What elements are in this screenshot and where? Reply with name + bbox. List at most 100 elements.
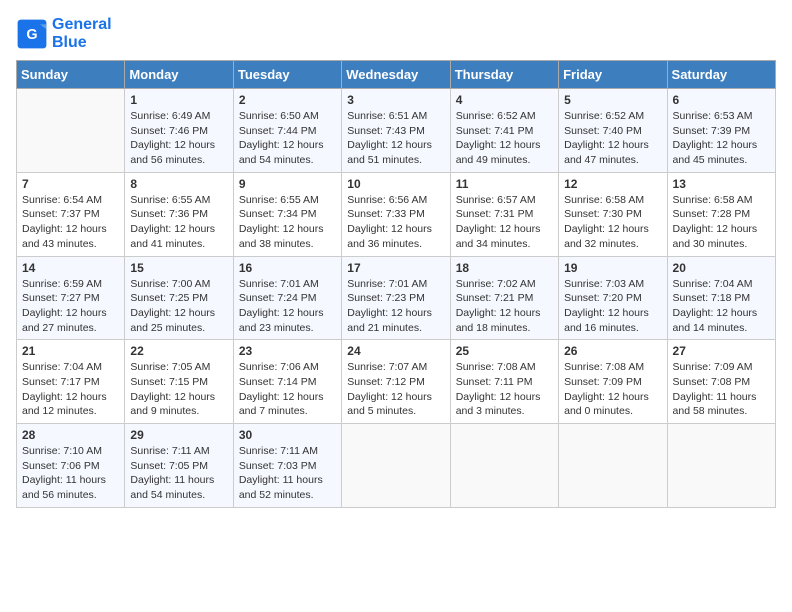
day-number: 3 xyxy=(347,93,444,107)
weekday-header: Friday xyxy=(559,61,667,89)
calendar-week: 21 Sunrise: 7:04 AMSunset: 7:17 PMDaylig… xyxy=(17,340,776,424)
logo-text: General xyxy=(52,16,112,34)
calendar-cell: 16 Sunrise: 7:01 AMSunset: 7:24 PMDaylig… xyxy=(233,256,341,340)
weekday-header: Tuesday xyxy=(233,61,341,89)
calendar-cell: 22 Sunrise: 7:05 AMSunset: 7:15 PMDaylig… xyxy=(125,340,233,424)
day-number: 11 xyxy=(456,177,553,191)
calendar-cell xyxy=(667,424,775,508)
day-info: Sunrise: 6:52 AMSunset: 7:40 PMDaylight:… xyxy=(564,109,661,168)
calendar-cell: 27 Sunrise: 7:09 AMSunset: 7:08 PMDaylig… xyxy=(667,340,775,424)
day-number: 6 xyxy=(673,93,770,107)
weekday-header: Wednesday xyxy=(342,61,450,89)
day-info: Sunrise: 7:04 AMSunset: 7:17 PMDaylight:… xyxy=(22,360,119,419)
day-number: 8 xyxy=(130,177,227,191)
day-info: Sunrise: 6:51 AMSunset: 7:43 PMDaylight:… xyxy=(347,109,444,168)
day-info: Sunrise: 7:03 AMSunset: 7:20 PMDaylight:… xyxy=(564,277,661,336)
day-info: Sunrise: 7:01 AMSunset: 7:24 PMDaylight:… xyxy=(239,277,336,336)
day-info: Sunrise: 7:01 AMSunset: 7:23 PMDaylight:… xyxy=(347,277,444,336)
day-info: Sunrise: 7:06 AMSunset: 7:14 PMDaylight:… xyxy=(239,360,336,419)
day-info: Sunrise: 7:05 AMSunset: 7:15 PMDaylight:… xyxy=(130,360,227,419)
day-info: Sunrise: 7:11 AMSunset: 7:03 PMDaylight:… xyxy=(239,444,336,503)
calendar-cell: 4 Sunrise: 6:52 AMSunset: 7:41 PMDayligh… xyxy=(450,89,558,173)
day-info: Sunrise: 7:10 AMSunset: 7:06 PMDaylight:… xyxy=(22,444,119,503)
day-info: Sunrise: 6:55 AMSunset: 7:36 PMDaylight:… xyxy=(130,193,227,252)
calendar-cell: 26 Sunrise: 7:08 AMSunset: 7:09 PMDaylig… xyxy=(559,340,667,424)
weekday-header: Saturday xyxy=(667,61,775,89)
calendar-week: 1 Sunrise: 6:49 AMSunset: 7:46 PMDayligh… xyxy=(17,89,776,173)
calendar-cell: 7 Sunrise: 6:54 AMSunset: 7:37 PMDayligh… xyxy=(17,172,125,256)
day-number: 17 xyxy=(347,261,444,275)
day-info: Sunrise: 7:11 AMSunset: 7:05 PMDaylight:… xyxy=(130,444,227,503)
calendar-week: 7 Sunrise: 6:54 AMSunset: 7:37 PMDayligh… xyxy=(17,172,776,256)
calendar-body: 1 Sunrise: 6:49 AMSunset: 7:46 PMDayligh… xyxy=(17,89,776,508)
calendar-cell: 14 Sunrise: 6:59 AMSunset: 7:27 PMDaylig… xyxy=(17,256,125,340)
day-number: 19 xyxy=(564,261,661,275)
day-number: 29 xyxy=(130,428,227,442)
day-info: Sunrise: 6:58 AMSunset: 7:28 PMDaylight:… xyxy=(673,193,770,252)
day-number: 13 xyxy=(673,177,770,191)
weekday-header: Sunday xyxy=(17,61,125,89)
calendar-week: 28 Sunrise: 7:10 AMSunset: 7:06 PMDaylig… xyxy=(17,424,776,508)
calendar-cell: 15 Sunrise: 7:00 AMSunset: 7:25 PMDaylig… xyxy=(125,256,233,340)
calendar-cell: 23 Sunrise: 7:06 AMSunset: 7:14 PMDaylig… xyxy=(233,340,341,424)
day-number: 7 xyxy=(22,177,119,191)
day-info: Sunrise: 6:58 AMSunset: 7:30 PMDaylight:… xyxy=(564,193,661,252)
svg-text:G: G xyxy=(26,27,37,43)
calendar-cell: 28 Sunrise: 7:10 AMSunset: 7:06 PMDaylig… xyxy=(17,424,125,508)
day-number: 24 xyxy=(347,344,444,358)
day-number: 26 xyxy=(564,344,661,358)
day-info: Sunrise: 7:00 AMSunset: 7:25 PMDaylight:… xyxy=(130,277,227,336)
calendar-cell: 18 Sunrise: 7:02 AMSunset: 7:21 PMDaylig… xyxy=(450,256,558,340)
calendar-cell: 2 Sunrise: 6:50 AMSunset: 7:44 PMDayligh… xyxy=(233,89,341,173)
day-info: Sunrise: 6:55 AMSunset: 7:34 PMDaylight:… xyxy=(239,193,336,252)
calendar-cell xyxy=(342,424,450,508)
weekday-header: Thursday xyxy=(450,61,558,89)
day-number: 25 xyxy=(456,344,553,358)
day-number: 5 xyxy=(564,93,661,107)
day-number: 2 xyxy=(239,93,336,107)
day-info: Sunrise: 6:52 AMSunset: 7:41 PMDaylight:… xyxy=(456,109,553,168)
calendar-cell: 13 Sunrise: 6:58 AMSunset: 7:28 PMDaylig… xyxy=(667,172,775,256)
day-number: 23 xyxy=(239,344,336,358)
day-number: 10 xyxy=(347,177,444,191)
calendar-header: SundayMondayTuesdayWednesdayThursdayFrid… xyxy=(17,61,776,89)
day-info: Sunrise: 6:59 AMSunset: 7:27 PMDaylight:… xyxy=(22,277,119,336)
calendar-cell: 11 Sunrise: 6:57 AMSunset: 7:31 PMDaylig… xyxy=(450,172,558,256)
day-number: 18 xyxy=(456,261,553,275)
calendar-cell xyxy=(450,424,558,508)
day-info: Sunrise: 6:54 AMSunset: 7:37 PMDaylight:… xyxy=(22,193,119,252)
calendar-cell: 25 Sunrise: 7:08 AMSunset: 7:11 PMDaylig… xyxy=(450,340,558,424)
day-info: Sunrise: 7:02 AMSunset: 7:21 PMDaylight:… xyxy=(456,277,553,336)
page-header: G General Blue xyxy=(16,16,776,52)
day-info: Sunrise: 6:50 AMSunset: 7:44 PMDaylight:… xyxy=(239,109,336,168)
calendar-table: SundayMondayTuesdayWednesdayThursdayFrid… xyxy=(16,60,776,508)
logo-text2: Blue xyxy=(52,34,112,52)
calendar-cell: 6 Sunrise: 6:53 AMSunset: 7:39 PMDayligh… xyxy=(667,89,775,173)
calendar-cell: 24 Sunrise: 7:07 AMSunset: 7:12 PMDaylig… xyxy=(342,340,450,424)
day-number: 15 xyxy=(130,261,227,275)
weekday-header: Monday xyxy=(125,61,233,89)
calendar-cell: 8 Sunrise: 6:55 AMSunset: 7:36 PMDayligh… xyxy=(125,172,233,256)
calendar-cell: 20 Sunrise: 7:04 AMSunset: 7:18 PMDaylig… xyxy=(667,256,775,340)
day-info: Sunrise: 7:08 AMSunset: 7:09 PMDaylight:… xyxy=(564,360,661,419)
calendar-cell: 19 Sunrise: 7:03 AMSunset: 7:20 PMDaylig… xyxy=(559,256,667,340)
day-number: 12 xyxy=(564,177,661,191)
day-info: Sunrise: 7:04 AMSunset: 7:18 PMDaylight:… xyxy=(673,277,770,336)
day-number: 20 xyxy=(673,261,770,275)
calendar-cell xyxy=(17,89,125,173)
calendar-cell xyxy=(559,424,667,508)
day-number: 30 xyxy=(239,428,336,442)
day-number: 1 xyxy=(130,93,227,107)
day-info: Sunrise: 7:08 AMSunset: 7:11 PMDaylight:… xyxy=(456,360,553,419)
calendar-cell: 5 Sunrise: 6:52 AMSunset: 7:40 PMDayligh… xyxy=(559,89,667,173)
day-number: 27 xyxy=(673,344,770,358)
calendar-cell: 1 Sunrise: 6:49 AMSunset: 7:46 PMDayligh… xyxy=(125,89,233,173)
calendar-cell: 12 Sunrise: 6:58 AMSunset: 7:30 PMDaylig… xyxy=(559,172,667,256)
calendar-cell: 9 Sunrise: 6:55 AMSunset: 7:34 PMDayligh… xyxy=(233,172,341,256)
day-number: 14 xyxy=(22,261,119,275)
day-info: Sunrise: 6:49 AMSunset: 7:46 PMDaylight:… xyxy=(130,109,227,168)
day-info: Sunrise: 7:09 AMSunset: 7:08 PMDaylight:… xyxy=(673,360,770,419)
calendar-week: 14 Sunrise: 6:59 AMSunset: 7:27 PMDaylig… xyxy=(17,256,776,340)
calendar-cell: 17 Sunrise: 7:01 AMSunset: 7:23 PMDaylig… xyxy=(342,256,450,340)
day-number: 16 xyxy=(239,261,336,275)
